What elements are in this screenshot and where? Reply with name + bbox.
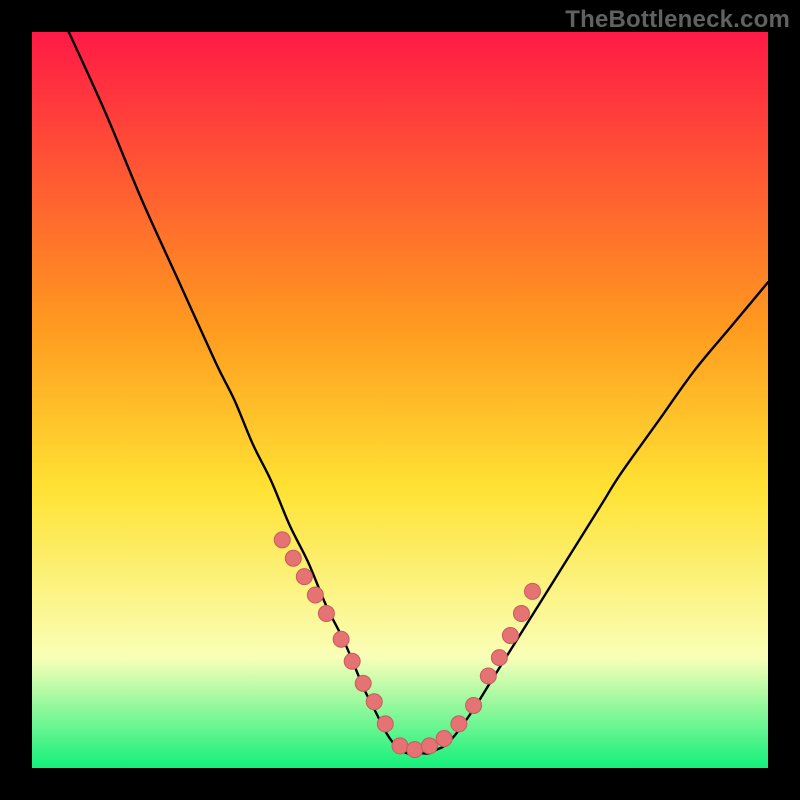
curve-dot	[333, 631, 349, 647]
curve-dot	[436, 731, 452, 747]
curve-dot	[377, 716, 393, 732]
curve-dot	[296, 569, 312, 585]
curve-dot	[466, 697, 482, 713]
curve-dot	[451, 716, 467, 732]
watermark-text: TheBottleneck.com	[565, 6, 790, 34]
curve-dot	[307, 587, 323, 603]
bottleneck-chart	[32, 32, 768, 768]
curve-dot	[480, 668, 496, 684]
curve-dot	[491, 650, 507, 666]
gradient-background	[32, 32, 768, 768]
curve-dot	[318, 605, 334, 621]
curve-dot	[366, 694, 382, 710]
outer-frame: TheBottleneck.com	[0, 0, 800, 800]
curve-dot	[513, 605, 529, 621]
curve-dot	[407, 742, 423, 758]
curve-dot	[392, 738, 408, 754]
curve-dot	[344, 653, 360, 669]
curve-dot	[421, 738, 437, 754]
curve-dot	[524, 583, 540, 599]
curve-dot	[355, 675, 371, 691]
plot-area	[32, 32, 768, 768]
curve-dot	[502, 628, 518, 644]
curve-dot	[285, 550, 301, 566]
curve-dot	[274, 532, 290, 548]
